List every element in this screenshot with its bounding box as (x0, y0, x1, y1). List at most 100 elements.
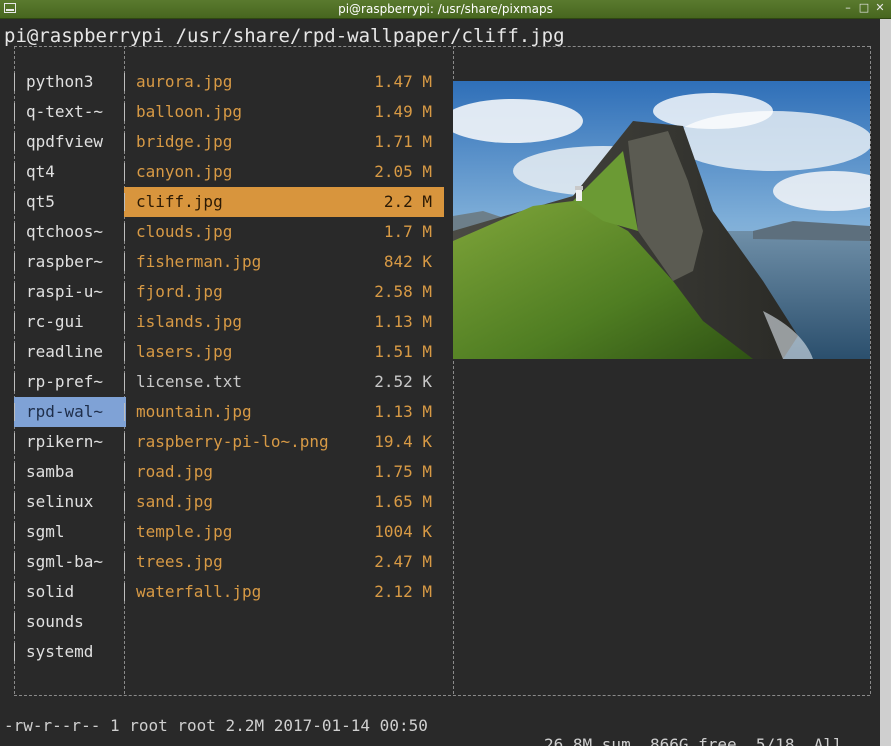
directory-label: solid (26, 582, 75, 601)
directory-label: qt4 (26, 162, 55, 181)
file-name: fjord.jpg (136, 282, 223, 301)
directory-item[interactable]: selinux (14, 487, 122, 517)
status-summary: 26.8M sum, 866G free 5/18 All (544, 735, 843, 746)
directory-label: sgml-ba~ (26, 552, 104, 571)
directory-item[interactable]: sounds (14, 607, 122, 637)
file-name: canyon.jpg (136, 162, 233, 181)
file-info: -rw-r--r-- 1 root root 2.2M 2017-01-14 0… (4, 716, 428, 735)
file-size: 2.05 M (374, 162, 432, 181)
directory-label: readline (26, 342, 104, 361)
file-row[interactable]: bridge.jpg 1.71 M (124, 127, 444, 157)
file-row[interactable]: mountain.jpg 1.13 M (124, 397, 444, 427)
directory-label: rc-gui (26, 312, 84, 331)
file-size: 2.58 M (374, 282, 432, 301)
directory-item[interactable]: sgml (14, 517, 122, 547)
close-icon[interactable]: ✕ (873, 1, 887, 15)
file-name: trees.jpg (136, 552, 223, 571)
directory-label: rpikern~ (26, 432, 104, 451)
directory-label: qt5 (26, 192, 55, 211)
minimize-icon[interactable]: – (841, 1, 855, 15)
background-window-edge (880, 19, 891, 746)
file-size: 1.71 M (374, 132, 432, 151)
directory-item[interactable]: qt4 (14, 157, 122, 187)
file-row[interactable]: trees.jpg 2.47 M (124, 547, 444, 577)
parent-directory-column: python3 q-text-~ qpdfview qt4 qt5 qtchoos~ ras… (14, 67, 126, 667)
file-name: clouds.jpg (136, 222, 233, 241)
directory-item[interactable]: q-text-~ (14, 97, 122, 127)
directory-item[interactable]: rpikern~ (14, 427, 122, 457)
file-size: 1.13 M (374, 312, 432, 331)
directory-label: sounds (26, 612, 84, 631)
file-row[interactable]: cliff.jpg 2.2 M (124, 187, 444, 217)
file-name: islands.jpg (136, 312, 242, 331)
file-row[interactable]: temple.jpg 1004 K (124, 517, 444, 547)
file-size: 1.47 M (374, 72, 432, 91)
directory-label: samba (26, 462, 75, 481)
file-name: lasers.jpg (136, 342, 233, 361)
directory-label: rpd-wal~ (14, 397, 126, 427)
path-header: pi@raspberrypi /usr/share/rpd-wallpaper/… (4, 25, 565, 47)
directory-item[interactable]: qt5 (14, 187, 122, 217)
file-name: waterfall.jpg (136, 582, 262, 601)
file-size: 2.52 K (374, 372, 432, 391)
file-name: cliff.jpg (136, 192, 223, 211)
file-size: 1.65 M (374, 492, 432, 511)
file-name: road.jpg (136, 462, 214, 481)
file-size: 19.4 K (374, 432, 432, 451)
file-row[interactable]: canyon.jpg 2.05 M (124, 157, 444, 187)
file-name: temple.jpg (136, 522, 233, 541)
file-size: 1.75 M (374, 462, 432, 481)
directory-label: systemd (26, 642, 94, 661)
directory-label: q-text-~ (26, 102, 104, 121)
file-list-column: aurora.jpg 1.47 M balloon.jpg 1.49 M bridge.… (124, 67, 444, 607)
file-size: 2.12 M (374, 582, 432, 601)
file-row[interactable]: fisherman.jpg 842 K (124, 247, 444, 277)
file-name: license.txt (136, 372, 242, 391)
directory-label: qtchoos~ (26, 222, 104, 241)
file-size: 1.51 M (374, 342, 432, 361)
file-name: raspberry-pi-lo~.png (136, 432, 329, 451)
file-row[interactable]: lasers.jpg 1.51 M (124, 337, 444, 367)
file-size: 1.7 M (383, 222, 432, 241)
file-size: 1.49 M (374, 102, 432, 121)
file-row[interactable]: raspberry-pi-lo~.png 19.4 K (124, 427, 444, 457)
image-preview (453, 81, 870, 359)
file-name: balloon.jpg (136, 102, 242, 121)
directory-item[interactable]: solid (14, 577, 122, 607)
file-size: 2.2 M (383, 192, 432, 211)
file-row[interactable]: waterfall.jpg 2.12 M (124, 577, 444, 607)
file-row[interactable]: road.jpg 1.75 M (124, 457, 444, 487)
directory-item[interactable]: sgml-ba~ (14, 547, 122, 577)
directory-item[interactable]: raspi-u~ (14, 277, 122, 307)
directory-item[interactable]: qtchoos~ (14, 217, 122, 247)
directory-item[interactable]: python3 (14, 67, 122, 97)
file-size: 1004 K (374, 522, 432, 541)
file-row[interactable]: aurora.jpg 1.47 M (124, 67, 444, 97)
directory-item[interactable]: rp-pref~ (14, 367, 122, 397)
directory-item[interactable]: raspber~ (14, 247, 122, 277)
directory-label: sgml (26, 522, 65, 541)
file-row[interactable]: balloon.jpg 1.49 M (124, 97, 444, 127)
file-row[interactable]: sand.jpg 1.65 M (124, 487, 444, 517)
directory-item[interactable]: rpd-wal~ (14, 397, 126, 427)
file-row[interactable]: clouds.jpg 1.7 M (124, 217, 444, 247)
directory-item[interactable]: rc-gui (14, 307, 122, 337)
file-row[interactable]: fjord.jpg 2.58 M (124, 277, 444, 307)
file-size: 842 K (383, 252, 432, 271)
file-size: 1.13 M (374, 402, 432, 421)
file-size: 2.47 M (374, 552, 432, 571)
file-name: fisherman.jpg (136, 252, 262, 271)
file-row[interactable]: islands.jpg 1.13 M (124, 307, 444, 337)
directory-label: rp-pref~ (26, 372, 104, 391)
directory-item[interactable]: readline (14, 337, 122, 367)
status-bar: -rw-r--r-- 1 root root 2.2M 2017-01-14 0… (4, 697, 880, 746)
file-name: bridge.jpg (136, 132, 233, 151)
directory-label: raspber~ (26, 252, 104, 271)
directory-item[interactable]: qpdfview (14, 127, 122, 157)
window-title: pi@raspberrypi: /usr/share/pixmaps (338, 2, 553, 16)
title-bar[interactable]: pi@raspberrypi: /usr/share/pixmaps – □ ✕ (0, 0, 891, 19)
maximize-icon[interactable]: □ (857, 1, 871, 15)
directory-item[interactable]: samba (14, 457, 122, 487)
directory-item[interactable]: systemd (14, 637, 122, 667)
file-row[interactable]: license.txt 2.52 K (124, 367, 444, 397)
